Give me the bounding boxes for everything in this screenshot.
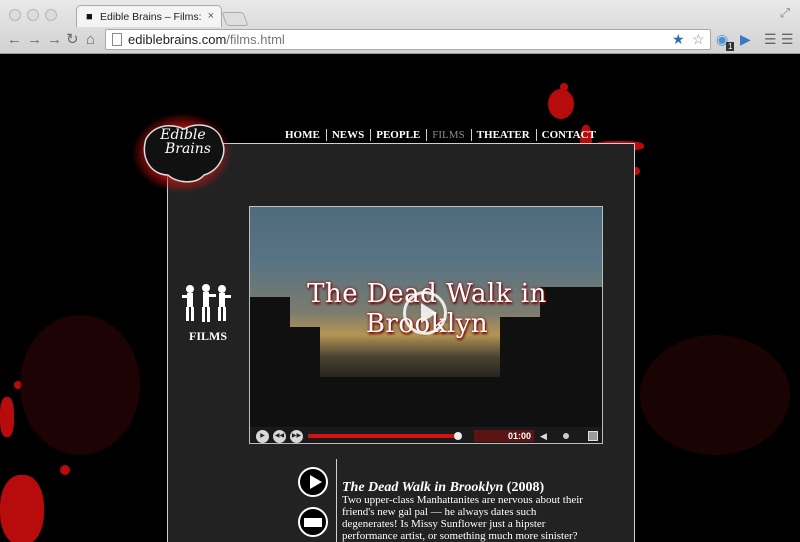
window-minimize-button[interactable] — [27, 9, 39, 21]
divider — [336, 459, 337, 542]
reload-icon[interactable]: ↻ — [66, 32, 79, 48]
film-description: Two upper-class Manhattanites are nervou… — [342, 494, 583, 542]
nav-people[interactable]: PEOPLE — [370, 129, 426, 141]
filmstrip-icon — [304, 518, 322, 527]
extension-icon[interactable]: ★ — [672, 31, 685, 47]
fullscreen-button[interactable] — [588, 431, 598, 441]
webpage: Edible Brains HOME NEWS PEOPLE FILMS THE… — [0, 55, 800, 542]
time-display: 01:00 — [508, 431, 532, 441]
nav-home[interactable]: HOME — [281, 129, 326, 141]
fast-forward-icon[interactable]: ▶▶ — [290, 430, 303, 443]
progress-handle[interactable] — [454, 432, 462, 440]
video-play-overlay-button[interactable] — [403, 291, 447, 335]
extension-badge: 1 — [726, 42, 735, 51]
settings-menu-icon[interactable]: ☰ — [781, 31, 794, 47]
url-text[interactable]: ediblebrains.com/films.html — [128, 32, 285, 48]
forward-icon[interactable]: → — [47, 32, 62, 48]
brain-favicon-icon: ■ — [86, 11, 93, 23]
cast-icon[interactable]: ▶ — [740, 31, 751, 47]
volume-slider-handle[interactable] — [563, 433, 569, 439]
play-film-button[interactable] — [298, 467, 328, 497]
nav-films[interactable]: FILMS — [426, 129, 470, 141]
section-heading: FILMS — [188, 329, 227, 343]
new-tab-button[interactable] — [221, 12, 249, 26]
window-close-button[interactable] — [9, 9, 21, 21]
nav-news[interactable]: NEWS — [325, 129, 370, 141]
play-icon[interactable]: ▶ — [256, 430, 269, 443]
logo-text: Edible Brains — [160, 127, 211, 157]
video-player[interactable]: The Dead Walk in Brooklyn ▶ ◀◀ ▶▶ 01:00 … — [249, 206, 603, 444]
menu-icon[interactable]: ☰ — [764, 31, 777, 47]
address-bar[interactable]: ediblebrains.com/films.html ★ ☆ — [105, 29, 711, 50]
tab-close-icon[interactable]: × — [208, 10, 214, 22]
back-icon[interactable]: ← — [7, 32, 22, 48]
page-icon — [112, 33, 122, 46]
nav-contact[interactable]: CONTACT — [535, 129, 602, 141]
window-zoom-button[interactable] — [45, 9, 57, 21]
browser-tab[interactable]: ■ Edible Brains – Films: Dead × — [76, 5, 222, 27]
progress-bar[interactable] — [308, 432, 462, 440]
nav-theater[interactable]: THEATER — [470, 129, 536, 141]
browser-chrome: ■ Edible Brains – Films: Dead × ⤢ ← → → … — [0, 0, 800, 54]
main-nav: HOME NEWS PEOPLE FILMS THEATER CONTACT — [281, 129, 602, 141]
bookmark-star-icon[interactable]: ☆ — [692, 31, 705, 47]
volume-icon[interactable]: ◀ — [540, 429, 547, 443]
filmstrip-button[interactable] — [298, 507, 328, 537]
forward-icon[interactable]: → — [27, 32, 42, 48]
tab-title: Edible Brains – Films: Dead — [100, 11, 204, 23]
progress-fill — [308, 434, 458, 438]
zombies-icon — [182, 284, 231, 322]
fullscreen-icon[interactable]: ⤢ — [780, 5, 790, 21]
rewind-icon[interactable]: ◀◀ — [273, 430, 286, 443]
home-icon[interactable]: ⌂ — [86, 32, 95, 48]
video-controls: ▶ ◀◀ ▶▶ 01:00 ◀ — [250, 427, 602, 443]
